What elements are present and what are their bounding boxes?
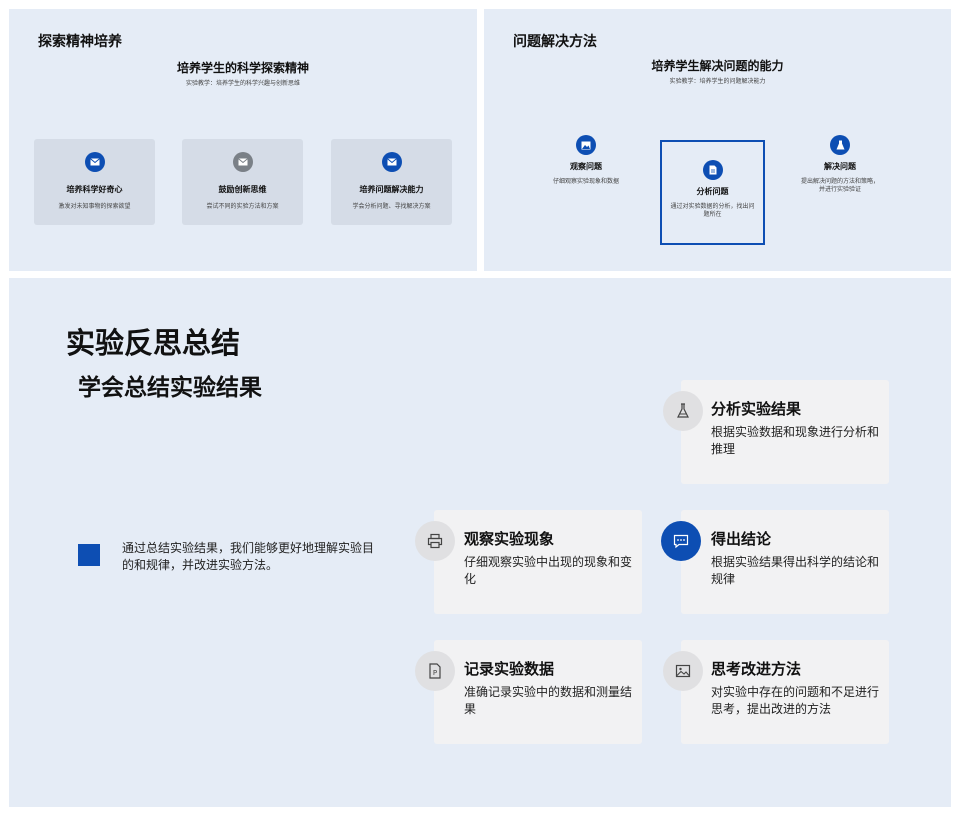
image-icon (576, 135, 596, 155)
card-title: 培养问题解决能力 (359, 185, 424, 194)
card-record-data: 记录实验数据 准确记录实验中的数据和测量结果 (434, 640, 642, 744)
card-draw-conclusions: 得出结论 根据实验结果得出科学的结论和规律 (681, 510, 889, 614)
card-title: 记录实验数据 (464, 660, 555, 678)
card-desc: 对实验中存在的问题和不足进行思考，提出改进的方法 (711, 685, 880, 717)
card-desc: 仔细观察实验中出现的现象和变化 (464, 555, 633, 587)
card-analyze-results: 分析实验结果 根据实验数据和现象进行分析和推理 (681, 380, 889, 484)
card-desc: 尝试不同的实验方法和方案 (206, 203, 279, 210)
slide-reflection-summary[interactable]: 实验反思总结 学会总结实验结果 通过总结实验结果，我们能够更好地理解实验目的和规… (9, 278, 951, 807)
step-solve: 解决问题 提出解决问题的方法和策略，并进行实验验证 (800, 135, 880, 195)
slide-title: 实验反思总结 (66, 326, 241, 360)
card-desc: 激发对未知事物的探索欲望 (58, 203, 131, 210)
slide-title: 探索精神培养 (38, 34, 122, 50)
flask-icon (830, 135, 850, 155)
step-title: 解决问题 (824, 162, 856, 171)
printer-icon (415, 521, 455, 561)
step-desc: 通过对实验数据的分析，找出问题所在 (670, 203, 755, 219)
card-title: 观察实验现象 (464, 530, 555, 548)
card-observe-phenomena: 观察实验现象 仔细观察实验中出现的现象和变化 (434, 510, 642, 614)
card-desc: 准确记录实验中的数据和测量结果 (464, 685, 633, 717)
document-icon (702, 160, 723, 180)
mail-icon (232, 152, 253, 172)
card-title: 培养科学好奇心 (66, 185, 123, 194)
card-improve-methods: 思考改进方法 对实验中存在的问题和不足进行思考，提出改进的方法 (681, 640, 889, 744)
card-desc: 根据实验结果得出科学的结论和规律 (711, 555, 880, 587)
card-title: 分析实验结果 (711, 400, 802, 418)
card-innovation: 鼓励创新思维 尝试不同的实验方法和方案 (182, 139, 303, 225)
step-desc: 提出解决问题的方法和策略，并进行实验验证 (800, 178, 879, 194)
card-curiosity: 培养科学好奇心 激发对未知事物的探索欲望 (34, 139, 155, 225)
mail-icon (381, 152, 402, 172)
bullet-square-icon (78, 544, 100, 566)
step-desc: 仔细观察实验现象和数据 (552, 178, 619, 185)
document-p-icon: P (415, 651, 455, 691)
slide-subtitle: 培养学生的科学探索精神 (176, 61, 309, 75)
bullet-text: 通过总结实验结果，我们能够更好地理解实验目的和规律，并改进实验方法。 (122, 541, 375, 573)
slide-subtitle: 学会总结实验结果 (78, 375, 262, 401)
step-observe: 观察问题 仔细观察实验现象和数据 (546, 135, 626, 186)
slide-subtitle: 培养学生解决问题的能力 (651, 59, 784, 73)
chat-icon (661, 521, 701, 561)
card-desc: 学会分析问题、寻找解决方案 (352, 203, 431, 210)
card-desc: 根据实验数据和现象进行分析和推理 (711, 425, 880, 457)
flask-icon (663, 391, 703, 431)
step-title: 观察问题 (570, 162, 602, 171)
svg-text:P: P (433, 669, 437, 677)
mail-icon (84, 152, 105, 172)
step-analyze[interactable]: 分析问题 通过对实验数据的分析，找出问题所在 (660, 140, 765, 245)
image-icon (663, 651, 703, 691)
slide-title: 问题解决方法 (513, 34, 597, 50)
slide-note: 实验教学：培养学生的问题解决能力 (669, 78, 766, 85)
slide-note: 实验教学：培养学生的科学兴趣与创新思维 (185, 80, 300, 87)
slide-exploration-spirit[interactable]: 探索精神培养 培养学生的科学探索精神 实验教学：培养学生的科学兴趣与创新思维 培… (9, 9, 477, 271)
card-title: 思考改进方法 (711, 660, 802, 678)
card-title: 鼓励创新思维 (218, 185, 267, 194)
card-title: 得出结论 (711, 530, 772, 548)
slide-problem-solving[interactable]: 问题解决方法 培养学生解决问题的能力 实验教学：培养学生的问题解决能力 观察问题… (484, 9, 951, 271)
step-title: 分析问题 (696, 187, 729, 196)
card-problem-solving: 培养问题解决能力 学会分析问题、寻找解决方案 (331, 139, 452, 225)
